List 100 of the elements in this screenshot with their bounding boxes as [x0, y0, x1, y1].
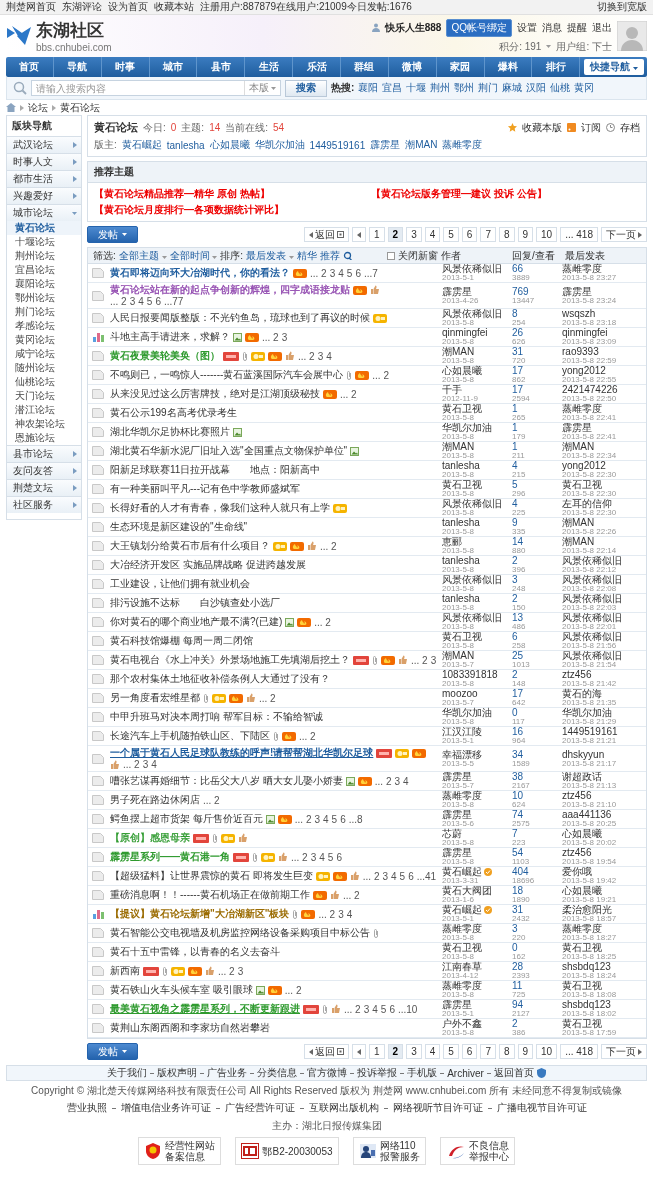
- thread-title[interactable]: 最美黄石视角之霹雳星系列，不断更新跟进: [110, 1003, 300, 1015]
- hot-search-link[interactable]: 麻城: [502, 81, 523, 95]
- last-poster-link[interactable]: 爱你哦: [562, 867, 642, 877]
- author-link[interactable]: 黄石崛起: [442, 867, 482, 877]
- author-link[interactable]: 风景依稀似旧: [442, 499, 502, 509]
- thread-page-link[interactable]: 5: [346, 267, 353, 279]
- last-poster-link[interactable]: 柔治愈阳光: [562, 905, 642, 915]
- next-page-link[interactable]: 下一页: [601, 1044, 647, 1059]
- author-link[interactable]: 风景依稀似旧: [442, 613, 502, 623]
- last-poster-link[interactable]: 风景依稀似旧: [562, 632, 642, 642]
- sidebar-item[interactable]: 神农架论坛: [7, 417, 81, 431]
- author-link[interactable]: 风景依稀似旧: [442, 575, 502, 585]
- sort-dropdown[interactable]: 最后发表: [246, 248, 294, 263]
- sidebar-item[interactable]: 天门论坛: [7, 389, 81, 403]
- thread-page-link[interactable]: 5: [331, 813, 338, 825]
- last-poster-link[interactable]: dhskyyun: [562, 749, 642, 760]
- footer-link[interactable]: Archiver: [447, 1067, 484, 1079]
- back-link[interactable]: 返回: [304, 227, 349, 242]
- last-poster-link[interactable]: 黄石卫视: [562, 480, 642, 490]
- thread-page-link[interactable]: ...8: [348, 813, 363, 825]
- sidebar-group[interactable]: 友问友答: [7, 462, 81, 479]
- author-link[interactable]: 千手: [442, 385, 462, 395]
- author-link[interactable]: 黄石卫视: [442, 404, 482, 414]
- thread-page-link[interactable]: 3: [394, 775, 401, 787]
- author-link[interactable]: 霹雳星: [442, 286, 472, 297]
- thread-page-link[interactable]: ... 2: [340, 388, 357, 400]
- sidebar-item[interactable]: 仙桃论坛: [7, 375, 81, 389]
- page-link[interactable]: 5: [443, 1044, 459, 1059]
- thread-page-link[interactable]: 3: [142, 759, 149, 770]
- thread-page-link[interactable]: 3: [281, 331, 288, 343]
- filter-link[interactable]: 精华: [296, 248, 317, 263]
- thread-page-link[interactable]: ...41: [416, 870, 437, 882]
- hot-search-link[interactable]: 黄冈: [574, 81, 595, 95]
- thread-page-link[interactable]: ... 2: [314, 616, 331, 628]
- author-link[interactable]: 潮MAN: [442, 651, 475, 661]
- forum-action-link[interactable]: 收藏本版: [522, 120, 562, 135]
- thread-title[interactable]: 工业建设，让他们拥有就业机会: [110, 578, 250, 590]
- last-poster-link[interactable]: 黄石卫视: [562, 981, 642, 991]
- thread-title[interactable]: 重磅消息啊！！------黄石机场正在做前期工作: [110, 889, 310, 901]
- last-poster-link[interactable]: 黄石的海: [562, 689, 642, 699]
- page-link[interactable]: 8: [498, 1044, 515, 1059]
- last-poster-link[interactable]: 谢超政话: [562, 772, 642, 782]
- thread-page-link[interactable]: ... 2: [123, 759, 140, 770]
- thread-title[interactable]: 霹雳星系列——黄石港一角: [110, 851, 230, 863]
- last-poster-link[interactable]: 潮MAN: [562, 442, 642, 452]
- last-poster-link[interactable]: 霹雳星: [562, 286, 642, 297]
- thread-title[interactable]: 排污设施不达标 白沙镇查处小选厂: [110, 597, 280, 609]
- thread-page-link[interactable]: 4: [391, 870, 397, 882]
- last-poster-link[interactable]: ztz456: [562, 670, 642, 680]
- top-link[interactable]: 收藏本站: [154, 0, 194, 14]
- license-link[interactable]: 广告经营许可证: [224, 1101, 295, 1115]
- previous-page-button[interactable]: [352, 1044, 366, 1059]
- moderator-link[interactable]: 黄石崛起: [121, 138, 162, 152]
- forum-action-link[interactable]: 订阅: [581, 120, 601, 135]
- certification-badge[interactable]: 经营性网站 备案信息: [138, 1137, 222, 1165]
- recommended-link[interactable]: 【黄石论坛版务管理—建议 投诉 公告】: [371, 187, 640, 201]
- thread-title[interactable]: 黄石智能公交电视墙及机房监控网络设备采购项目中标公告: [110, 927, 370, 939]
- license-link[interactable]: 广播电视节目许可证: [496, 1101, 587, 1115]
- sidebar-item[interactable]: 随州论坛: [7, 361, 81, 375]
- thread-page-link[interactable]: ... 2: [294, 813, 312, 825]
- thread-title[interactable]: 湖北华凯尔足协杯比赛照片: [110, 426, 230, 438]
- last-poster-link[interactable]: yong2012: [562, 461, 642, 471]
- thread-page-link[interactable]: ...77: [163, 296, 184, 307]
- moderator-link[interactable]: 蒸雌零度: [442, 138, 483, 152]
- thread-page-link[interactable]: 6: [389, 1003, 395, 1015]
- hot-search-link[interactable]: 宜昌: [382, 81, 403, 95]
- last-poster-link[interactable]: rao9393: [562, 347, 642, 357]
- thread-title[interactable]: 有一种美丽叫平凡---记有色中学教师盛斌军: [110, 483, 300, 495]
- author-link[interactable]: 黄石卫视: [442, 632, 482, 642]
- page-link[interactable]: ... 418: [560, 227, 598, 242]
- thread-page-link[interactable]: 6: [340, 813, 346, 825]
- author-link[interactable]: 恵郦: [442, 537, 462, 547]
- author-link[interactable]: 华凯尔加油: [442, 423, 492, 433]
- thread-title[interactable]: 黄荆山东阁西阁和李家坊自然岩攀岩: [110, 1022, 270, 1034]
- thread-title[interactable]: 中甲升班马对决本周打响 帮军目标：不输给智诚: [110, 711, 323, 723]
- thread-title[interactable]: 鳄鱼摆上超市货架 每斤售价近百元: [110, 813, 263, 825]
- author-link[interactable]: tanlesha: [442, 518, 480, 528]
- thread-title[interactable]: 黄石十五中雷锋，以青春的名义去奋斗: [110, 946, 280, 958]
- quick-nav-button[interactable]: 快捷导航: [584, 59, 645, 75]
- last-poster-link[interactable]: 心如晨曦: [562, 829, 642, 839]
- thread-page-link[interactable]: 6: [155, 296, 161, 307]
- author-link[interactable]: 华凯尔加油: [442, 708, 492, 718]
- user-menu-link[interactable]: 设置: [517, 20, 537, 35]
- author-link[interactable]: 黄石卫视: [442, 480, 482, 490]
- user-menu-link[interactable]: 提醒: [567, 20, 587, 35]
- author-link[interactable]: 江南春草: [442, 962, 482, 972]
- breadcrumb-link[interactable]: 论坛: [28, 100, 48, 115]
- back-link[interactable]: 返回: [304, 1044, 349, 1059]
- author-link[interactable]: 幸福漂移: [442, 749, 482, 760]
- footer-link[interactable]: 手机版: [407, 1066, 438, 1080]
- license-link[interactable]: 互联网出版机构: [308, 1101, 379, 1115]
- thread-page-link[interactable]: 3: [363, 1003, 370, 1015]
- footer-link[interactable]: 广告业务: [207, 1066, 248, 1080]
- thread-page-link[interactable]: 6: [408, 870, 414, 882]
- sidebar-item[interactable]: 潜江论坛: [7, 403, 81, 417]
- last-poster-link[interactable]: 黄石卫视: [562, 943, 642, 953]
- hot-search-link[interactable]: 鄂州: [454, 81, 475, 95]
- license-link[interactable]: 网络视听节目许可证: [392, 1101, 483, 1115]
- page-link[interactable]: 2: [387, 227, 404, 242]
- page-link[interactable]: 8: [498, 227, 515, 242]
